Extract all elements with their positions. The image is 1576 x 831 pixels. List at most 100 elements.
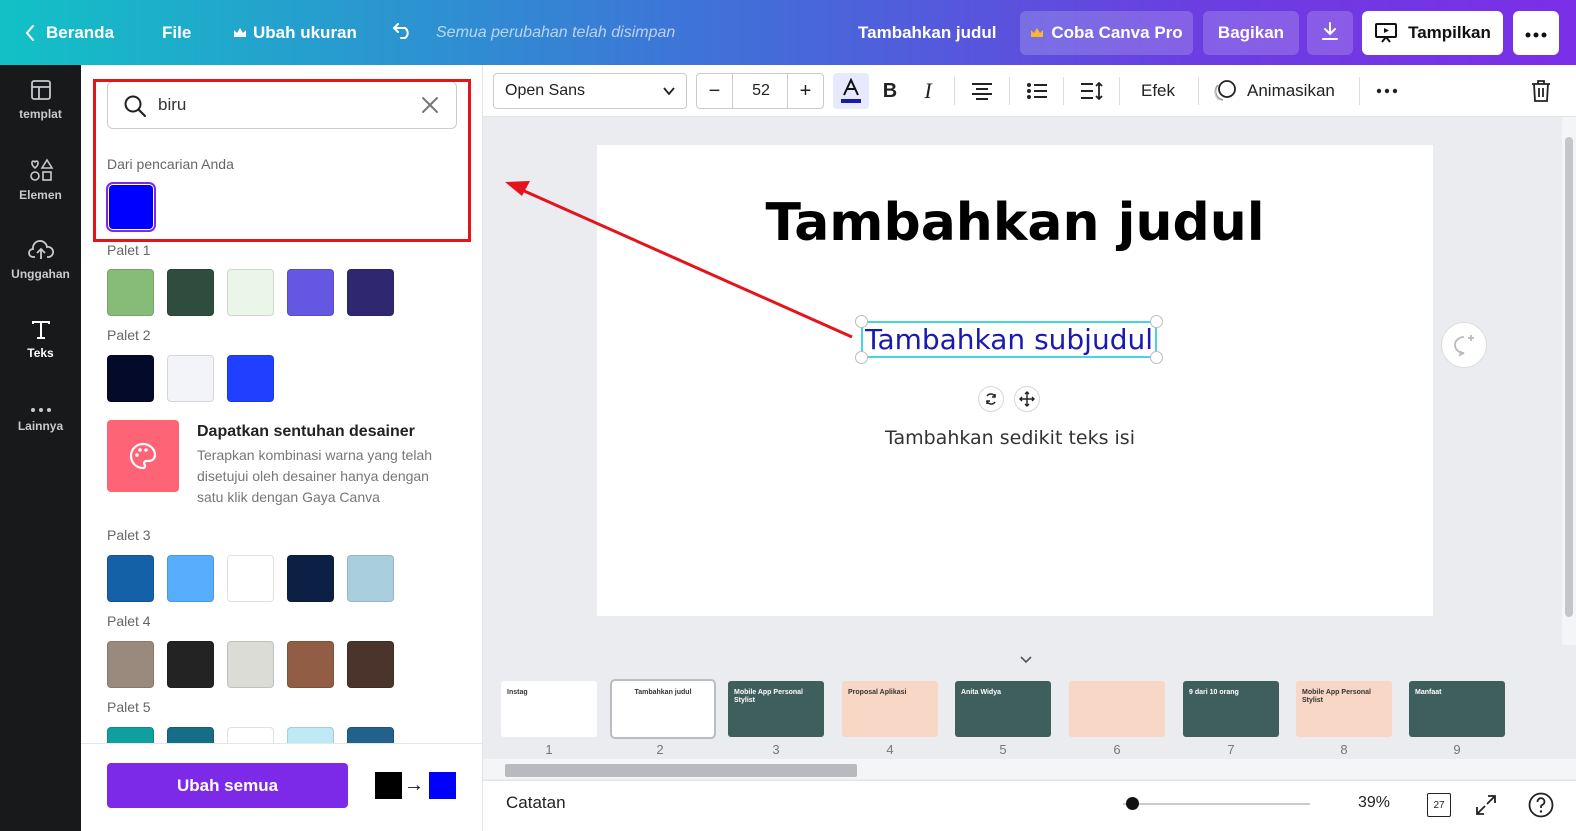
page-thumbnail[interactable]: 9 dari 10 orang bbox=[1183, 681, 1279, 737]
page-grid-button[interactable]: 27 bbox=[1427, 793, 1451, 817]
home-button[interactable]: Beranda bbox=[24, 0, 114, 65]
resize-handle[interactable] bbox=[1150, 351, 1163, 364]
move-handle[interactable] bbox=[1014, 386, 1040, 412]
more-options-button[interactable] bbox=[1513, 11, 1559, 55]
rail-item-text[interactable]: Teks bbox=[0, 305, 81, 375]
undo-button[interactable] bbox=[392, 0, 414, 65]
palette-1-swatch[interactable] bbox=[227, 269, 274, 316]
palette-2-swatch[interactable] bbox=[227, 355, 274, 402]
palette-label: Palet 3 bbox=[107, 527, 151, 543]
resize-handle[interactable] bbox=[1150, 315, 1163, 328]
home-label: Beranda bbox=[46, 22, 115, 42]
palette-1-swatch[interactable] bbox=[107, 269, 154, 316]
palette-1-swatch[interactable] bbox=[167, 269, 214, 316]
add-comment-button[interactable] bbox=[1441, 322, 1487, 368]
align-center-button[interactable] bbox=[969, 73, 995, 109]
thumbnail-caption: Anita Widya bbox=[961, 689, 1001, 696]
page-thumbnail[interactable] bbox=[1069, 681, 1165, 737]
document-title[interactable]: Tambahkan judul bbox=[858, 0, 997, 65]
download-button[interactable] bbox=[1307, 11, 1353, 55]
spacing-button[interactable] bbox=[1079, 73, 1105, 109]
horizontal-scrollbar[interactable] bbox=[483, 759, 1576, 779]
slide-body-text[interactable]: Tambahkan sedikit teks isi bbox=[597, 427, 1423, 449]
page-thumbnail[interactable]: Mobile App Personal Stylist bbox=[728, 681, 824, 737]
more-tools-button[interactable] bbox=[1375, 73, 1399, 109]
notes-button[interactable]: Catatan bbox=[506, 793, 566, 813]
palette-3-swatch[interactable] bbox=[167, 555, 214, 602]
animate-button[interactable]: Animasikan bbox=[1213, 73, 1335, 109]
present-button[interactable]: Tampilkan bbox=[1362, 11, 1503, 55]
thumbnail-number: 2 bbox=[656, 742, 664, 757]
palette-4-swatch[interactable] bbox=[107, 641, 154, 688]
try-pro-button[interactable]: Coba Canva Pro bbox=[1020, 11, 1193, 55]
fullscreen-button[interactable] bbox=[1475, 794, 1497, 821]
file-menu[interactable]: File bbox=[162, 0, 191, 65]
palette-3-swatch[interactable] bbox=[107, 555, 154, 602]
zoom-level[interactable]: 39% bbox=[1358, 794, 1390, 812]
collapse-strip-button[interactable] bbox=[986, 649, 1066, 671]
increase-size-button[interactable]: + bbox=[787, 74, 823, 108]
rail-item-uploads[interactable]: Unggahan bbox=[0, 225, 81, 295]
palette-4-swatch[interactable] bbox=[287, 641, 334, 688]
palette-label: Palet 1 bbox=[107, 242, 151, 258]
bullet-list-icon bbox=[1027, 83, 1047, 99]
delete-button[interactable] bbox=[1529, 73, 1553, 109]
expand-icon bbox=[1476, 795, 1496, 815]
palette-1-swatch[interactable] bbox=[287, 269, 334, 316]
zoom-slider[interactable] bbox=[1123, 803, 1310, 805]
more-dots-icon bbox=[1525, 23, 1547, 43]
rail-item-elements[interactable]: Elemen bbox=[0, 145, 81, 215]
zoom-slider-knob[interactable] bbox=[1126, 797, 1139, 810]
effects-button[interactable]: Efek bbox=[1141, 73, 1175, 109]
line-spacing-icon bbox=[1081, 81, 1103, 101]
page-thumbnail[interactable]: Manfaat bbox=[1409, 681, 1505, 737]
palette-2-swatch[interactable] bbox=[107, 355, 154, 402]
help-button[interactable] bbox=[1528, 792, 1554, 823]
text-toolbar: Open Sans − 52 + B I Efek Animasikan bbox=[483, 65, 1576, 117]
slide-subtitle[interactable]: Tambahkan subjudul bbox=[863, 323, 1155, 357]
font-size-input[interactable]: 52 bbox=[734, 74, 788, 108]
divider bbox=[1119, 77, 1120, 105]
list-button[interactable] bbox=[1025, 73, 1049, 109]
vertical-scrollbar[interactable] bbox=[1562, 117, 1576, 645]
designer-touch-button[interactable] bbox=[107, 420, 179, 492]
palette-1-swatch[interactable] bbox=[347, 269, 394, 316]
thumbnail-number: 7 bbox=[1227, 742, 1235, 757]
rail-item-template[interactable]: templat bbox=[0, 65, 81, 135]
resize-button[interactable]: Ubah ukuran bbox=[233, 0, 357, 65]
page-thumbnail[interactable]: Anita Widya bbox=[955, 681, 1051, 737]
text-color-button[interactable] bbox=[833, 73, 869, 109]
save-status: Semua perubahan telah disimpan bbox=[436, 23, 676, 41]
palette-3-swatch[interactable] bbox=[227, 555, 274, 602]
page-thumbnail[interactable]: Instag bbox=[501, 681, 597, 737]
slide-title[interactable]: Tambahkan judul bbox=[597, 193, 1433, 253]
rotate-handle[interactable] bbox=[978, 386, 1004, 412]
bold-button[interactable]: B bbox=[879, 73, 901, 109]
template-icon bbox=[30, 80, 51, 100]
scroll-thumb[interactable] bbox=[1565, 137, 1573, 617]
change-all-button[interactable]: Ubah semua bbox=[107, 763, 348, 808]
page-thumbnail[interactable]: Proposal Aplikasi bbox=[842, 681, 938, 737]
scroll-thumb[interactable] bbox=[505, 764, 857, 777]
rail-item-more[interactable]: Lainnya bbox=[0, 385, 81, 455]
subtitle-selection[interactable]: Tambahkan subjudul bbox=[855, 315, 1163, 364]
resize-handle[interactable] bbox=[855, 315, 868, 328]
slide-page[interactable]: Tambahkan judul Tambahkan subjudul Tamba… bbox=[597, 145, 1433, 616]
palette-3-swatch[interactable] bbox=[347, 555, 394, 602]
palette-icon bbox=[129, 442, 157, 470]
font-family-dropdown[interactable]: Open Sans bbox=[493, 73, 687, 109]
divider bbox=[954, 77, 955, 105]
decrease-size-button[interactable]: − bbox=[697, 74, 733, 108]
page-thumbnail[interactable]: Tambahkan judul bbox=[610, 679, 716, 739]
palette-4-swatch[interactable] bbox=[167, 641, 214, 688]
page-thumbnail[interactable]: Mobile App Personal Stylist bbox=[1296, 681, 1392, 737]
palette-2-swatch[interactable] bbox=[167, 355, 214, 402]
move-icon bbox=[1019, 391, 1035, 407]
share-button[interactable]: Bagikan bbox=[1203, 11, 1299, 55]
animate-icon bbox=[1213, 80, 1237, 102]
italic-button[interactable]: I bbox=[917, 73, 939, 109]
resize-handle[interactable] bbox=[855, 351, 868, 364]
palette-3-swatch[interactable] bbox=[287, 555, 334, 602]
palette-4-swatch[interactable] bbox=[227, 641, 274, 688]
palette-4-swatch[interactable] bbox=[347, 641, 394, 688]
